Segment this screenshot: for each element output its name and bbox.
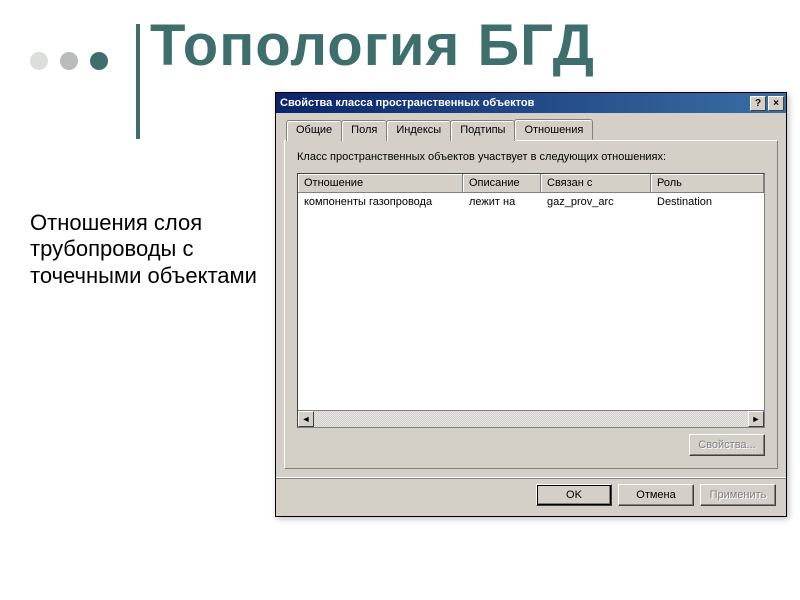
col-role[interactable]: Роль	[651, 174, 764, 192]
col-description[interactable]: Описание	[463, 174, 541, 192]
help-button[interactable]: ?	[750, 96, 766, 111]
ok-button[interactable]: OK	[536, 484, 612, 506]
cell-relation: компоненты газопровода	[298, 193, 463, 211]
dot-icon	[90, 52, 108, 70]
tab-relations[interactable]: Отношения	[514, 119, 593, 140]
dialog-button-bar: OK Отмена Применить	[276, 477, 786, 516]
cell-linkedwith: gaz_prov_arc	[541, 193, 651, 211]
tab-fields[interactable]: Поля	[341, 120, 387, 141]
scroll-left-icon[interactable]: ◄	[298, 411, 314, 427]
tab-general[interactable]: Общие	[286, 120, 342, 141]
tab-panel-relations: Класс пространственных объектов участвуе…	[284, 140, 778, 469]
scroll-track[interactable]	[314, 411, 748, 427]
cancel-button[interactable]: Отмена	[618, 484, 694, 506]
slide-body-text: Отношения слоя трубопроводы с точечными …	[30, 210, 270, 289]
dot-icon	[30, 52, 48, 70]
table-row[interactable]: компоненты газопровода лежит на gaz_prov…	[298, 193, 764, 211]
dialog-titlebar[interactable]: Свойства класса пространственных объекто…	[276, 93, 786, 113]
relations-grid[interactable]: Отношение Описание Связан с Роль компоне…	[297, 173, 765, 428]
tab-subtypes[interactable]: Подтипы	[450, 120, 515, 141]
close-button[interactable]: ×	[768, 96, 784, 111]
dot-icon	[60, 52, 78, 70]
cell-role: Destination	[651, 193, 764, 211]
properties-button: Свойства...	[689, 434, 765, 456]
col-relation[interactable]: Отношение	[298, 174, 463, 192]
slide-accent-bar	[136, 24, 140, 139]
slide-title: Топология БГД	[150, 12, 595, 79]
cell-description: лежит на	[463, 193, 541, 211]
apply-button: Применить	[700, 484, 776, 506]
properties-dialog: Свойства класса пространственных объекто…	[275, 92, 787, 517]
tab-indexes[interactable]: Индексы	[386, 120, 451, 141]
scroll-right-icon[interactable]: ►	[748, 411, 764, 427]
grid-header-row: Отношение Описание Связан с Роль	[298, 174, 764, 193]
dialog-title: Свойства класса пространственных объекто…	[280, 97, 534, 109]
col-linkedwith[interactable]: Связан с	[541, 174, 651, 192]
tab-strip: Общие Поля Индексы Подтипы Отношения	[276, 113, 786, 140]
panel-description: Класс пространственных объектов участвуе…	[297, 151, 765, 163]
grid-horizontal-scrollbar[interactable]: ◄ ►	[298, 410, 764, 427]
